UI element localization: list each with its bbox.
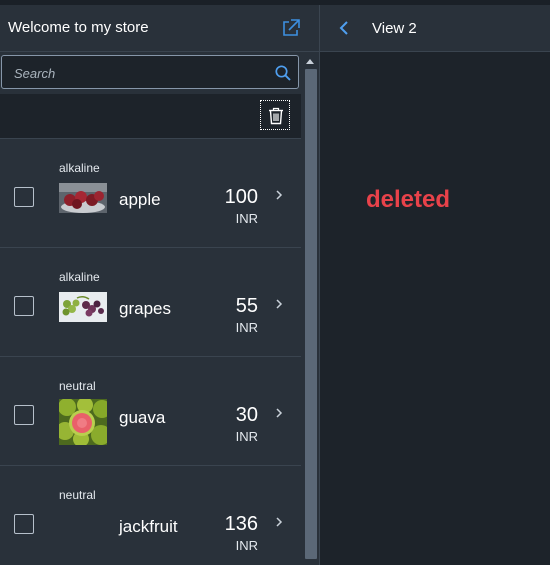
- item-status: alkaline: [59, 161, 100, 175]
- item-price: 100: [224, 186, 258, 208]
- search-input[interactable]: [14, 63, 259, 83]
- item-checkbox[interactable]: [14, 187, 34, 207]
- scrollbar-thumb[interactable]: [305, 69, 317, 559]
- item-image-guava: [59, 399, 107, 445]
- item-status: alkaline: [59, 270, 100, 284]
- share-icon[interactable]: [280, 17, 302, 39]
- product-list: alkaline apple 100 INR alkaline grapes 5…: [0, 139, 301, 565]
- item-image-grapes: [59, 292, 107, 322]
- list-scrollbar[interactable]: [302, 55, 319, 565]
- item-currency: INR: [235, 211, 258, 226]
- detail-title: View 2: [372, 20, 417, 37]
- item-currency: INR: [235, 538, 258, 553]
- master-title: Welcome to my store: [8, 19, 149, 36]
- item-price: 136: [224, 513, 258, 535]
- delete-icon: [269, 107, 283, 125]
- chevron-right-icon: [274, 297, 284, 309]
- item-price: 30: [235, 404, 258, 426]
- item-currency: INR: [235, 320, 258, 335]
- scroll-up-arrow-icon[interactable]: [306, 59, 314, 64]
- list-item[interactable]: neutral guava 30 INR: [0, 357, 301, 466]
- item-price: 55: [235, 295, 258, 317]
- item-checkbox[interactable]: [14, 514, 34, 534]
- item-currency: INR: [235, 429, 258, 444]
- chevron-right-icon: [274, 515, 284, 527]
- deleted-message: deleted: [366, 186, 451, 213]
- item-name: jackfruit: [119, 517, 178, 536]
- search-icon[interactable]: [274, 64, 292, 82]
- item-name: grapes: [119, 299, 171, 318]
- detail-pane: View 2 deleted: [320, 5, 550, 565]
- back-chevron-icon[interactable]: [338, 20, 352, 36]
- chevron-right-icon: [274, 188, 284, 200]
- master-pane: Welcome to my store Search alkaline appl…: [0, 5, 319, 565]
- list-item[interactable]: alkaline grapes 55 INR: [0, 248, 301, 357]
- search-field: [1, 55, 299, 89]
- list-item[interactable]: neutral jackfruit 136 INR: [0, 466, 301, 565]
- item-checkbox[interactable]: [14, 405, 34, 425]
- item-name: guava: [119, 408, 166, 427]
- list-toolbar: [0, 94, 301, 139]
- item-status: neutral: [59, 488, 96, 502]
- list-item[interactable]: alkaline apple 100 INR: [0, 139, 301, 248]
- chevron-right-icon: [274, 406, 284, 418]
- delete-button[interactable]: [260, 100, 290, 130]
- item-image-apple: [59, 183, 107, 213]
- item-status: neutral: [59, 379, 96, 393]
- detail-header: View 2: [320, 5, 550, 52]
- master-header: Welcome to my store: [0, 5, 319, 52]
- item-name: apple: [119, 190, 161, 209]
- item-checkbox[interactable]: [14, 296, 34, 316]
